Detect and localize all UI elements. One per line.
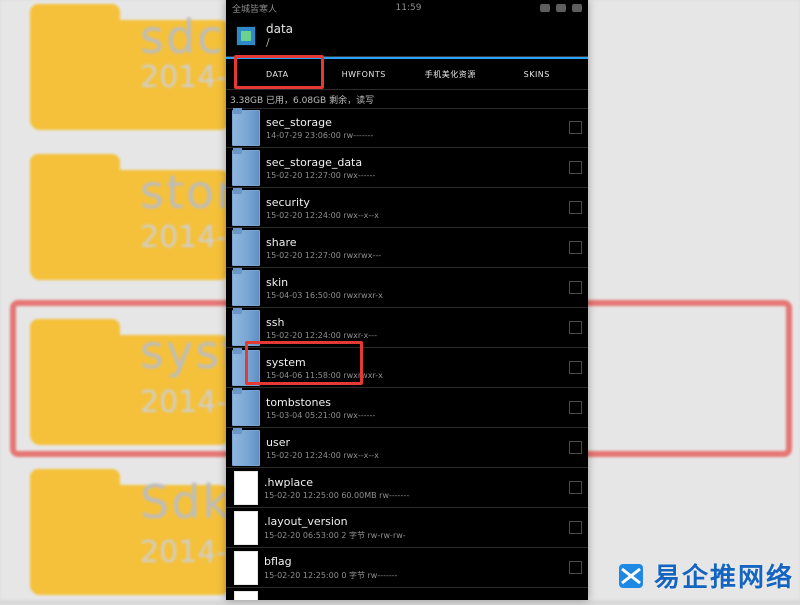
select-checkbox[interactable] (569, 281, 582, 294)
list-item[interactable]: security 15-02-20 12:24:00 rwx--x--x (226, 188, 588, 228)
list-item[interactable]: user 15-02-20 12:24:00 rwx--x--x (226, 428, 588, 468)
item-meta: 15-02-20 12:27:00 rwx------ (266, 170, 376, 180)
current-path: / (266, 36, 270, 49)
status-bar: 全城皆寒人 11:59 (226, 0, 588, 16)
file-icon (234, 470, 258, 505)
folder-icon (232, 269, 260, 306)
status-time: 11:59 (395, 3, 422, 13)
list-item[interactable]: skin 15-04-03 16:50:00 rwxrwxr-x (226, 268, 588, 308)
phone-screen: 全城皆寒人 11:59 data / DATA HWFONTS 手机美化资源 S… (226, 0, 588, 600)
storage-info: 3.38GB 已用，6.08GB 剩余，读写 (226, 90, 588, 109)
watermark-logo-icon (618, 563, 643, 588)
item-meta: 15-02-20 12:25:00 60.00MB rw------- (264, 490, 410, 500)
item-name: ssh (266, 315, 285, 329)
select-checkbox[interactable] (569, 161, 582, 174)
select-checkbox[interactable] (569, 481, 582, 494)
bg-title: Sdk (140, 475, 232, 529)
tab-hwfonts[interactable]: HWFONTS (321, 70, 408, 79)
item-meta: 15-02-20 12:24:00 rwxr-x--- (266, 330, 377, 340)
bg-sub: 2014- (140, 60, 228, 95)
carrier-text: 全城皆寒人 (232, 4, 278, 15)
list-item[interactable]: tombstones 15-03-04 05:21:00 rwx------ (226, 388, 588, 428)
select-checkbox[interactable] (569, 321, 582, 334)
select-checkbox[interactable] (569, 441, 582, 454)
bg-sub: 2014- (140, 220, 228, 255)
list-item[interactable]: .hwplace 15-02-20 12:25:00 60.00MB rw---… (226, 468, 588, 508)
item-meta: 15-02-20 12:24:00 rwx--x--x (266, 210, 379, 220)
tab-highlight-box (234, 55, 324, 89)
battery-icon (571, 4, 582, 12)
select-checkbox[interactable] (569, 561, 582, 574)
list-item[interactable]: sec_storage_data 15-02-20 12:27:00 rwx--… (226, 148, 588, 188)
select-checkbox[interactable] (569, 401, 582, 414)
list-item[interactable]: .layout_version 15-02-20 06:53:00 2 字节 r… (226, 508, 588, 548)
file-icon (234, 590, 258, 600)
file-icon (234, 510, 258, 545)
file-icon (234, 550, 258, 585)
folder-icon (232, 189, 260, 226)
folder-icon (232, 389, 260, 426)
item-meta: 15-02-20 12:27:00 rwxrwx--- (266, 250, 382, 260)
item-name: share (266, 235, 297, 249)
folder-icon (232, 429, 260, 466)
watermark: 易企推网络 (616, 557, 794, 594)
list-item[interactable]: bflag 15-02-20 12:25:00 0 字节 rw------- (226, 548, 588, 588)
select-checkbox[interactable] (569, 121, 582, 134)
item-meta: 14-07-29 23:06:00 rw------- (266, 130, 374, 140)
select-checkbox[interactable] (569, 361, 582, 374)
alarm-icon (539, 4, 550, 12)
app-header: data / (226, 16, 588, 57)
folder-icon (232, 149, 260, 186)
select-checkbox[interactable] (569, 521, 582, 534)
item-name: .hwplace (264, 475, 314, 489)
item-meta: 15-02-20 12:24:00 rwx--x--x (266, 450, 379, 460)
system-highlight-box (245, 341, 363, 385)
folder-icon (232, 109, 260, 146)
bg-sub: 2014- (140, 535, 228, 570)
item-name: user (266, 435, 290, 449)
item-name: security (266, 195, 310, 209)
item-meta: 15-04-03 16:50:00 rwxrwxr-x (266, 290, 383, 300)
item-name: skin (266, 275, 289, 289)
item-name: .layout_version (264, 514, 348, 528)
select-checkbox[interactable] (569, 241, 582, 254)
item-meta: 15-03-04 05:21:00 rwx------ (266, 410, 376, 420)
item-name: bflag (264, 554, 292, 568)
item-name: sec_storage_data (266, 155, 363, 169)
header-title: data / (266, 22, 293, 50)
item-name: tombstones (266, 395, 331, 409)
tab-theme-resources[interactable]: 手机美化资源 (407, 69, 494, 80)
list-item[interactable]: share 15-02-20 12:27:00 rwxrwx--- (226, 228, 588, 268)
list-item[interactable]: sec_storage 14-07-29 23:06:00 rw------- (226, 108, 588, 148)
item-meta: 15-02-20 06:53:00 2 字节 rw-rw-rw- (264, 530, 406, 540)
folder-icon (232, 229, 260, 266)
watermark-text: 易企推网络 (653, 563, 794, 593)
item-meta: 15-02-20 12:25:00 0 字节 rw------- (264, 570, 398, 580)
item-name: sec_storage (266, 115, 332, 129)
wifi-icon (555, 4, 566, 12)
list-item[interactable]: bugreports (226, 588, 588, 600)
select-checkbox[interactable] (569, 201, 582, 214)
page-title: data (266, 22, 294, 36)
tab-skins[interactable]: SKINS (494, 70, 581, 79)
status-icons (539, 4, 582, 12)
app-icon (236, 26, 256, 46)
